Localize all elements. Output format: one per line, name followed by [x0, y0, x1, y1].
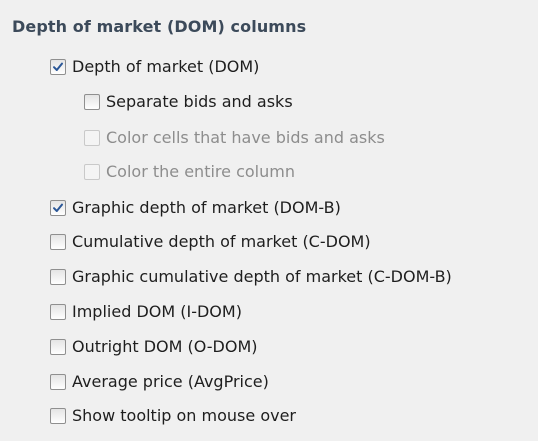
option-outright-dom[interactable]: Outright DOM (O-DOM) — [50, 335, 258, 359]
option-separate-bids-asks[interactable]: Separate bids and asks — [84, 90, 293, 114]
checkbox[interactable] — [50, 234, 66, 250]
checkbox[interactable] — [50, 59, 66, 75]
option-graphic-dom[interactable]: Graphic depth of market (DOM-B) — [50, 196, 341, 220]
option-graphic-cumulative-dom[interactable]: Graphic cumulative depth of market (C-DO… — [50, 265, 452, 289]
option-implied-dom[interactable]: Implied DOM (I-DOM) — [50, 300, 242, 324]
checkbox[interactable] — [50, 374, 66, 390]
checkbox — [84, 130, 100, 146]
option-label: Cumulative depth of market (C-DOM) — [72, 232, 371, 251]
option-label: Show tooltip on mouse over — [72, 406, 296, 425]
checkbox[interactable] — [50, 408, 66, 424]
option-depth-of-market[interactable]: Depth of market (DOM) — [50, 55, 259, 79]
checkmark-icon — [53, 62, 63, 71]
checkbox — [84, 164, 100, 180]
option-label: Graphic cumulative depth of market (C-DO… — [72, 267, 452, 286]
option-label: Depth of market (DOM) — [72, 57, 260, 76]
checkmark-icon — [53, 203, 63, 212]
checkbox[interactable] — [50, 200, 66, 216]
checkbox[interactable] — [50, 304, 66, 320]
option-show-tooltip[interactable]: Show tooltip on mouse over — [50, 404, 296, 428]
option-label: Graphic depth of market (DOM-B) — [72, 198, 341, 217]
checkbox[interactable] — [50, 269, 66, 285]
option-color-cells: Color cells that have bids and asks — [84, 126, 385, 150]
option-label: Outright DOM (O-DOM) — [72, 337, 258, 356]
checkbox[interactable] — [50, 339, 66, 355]
checkbox[interactable] — [84, 94, 100, 110]
option-cumulative-dom[interactable]: Cumulative depth of market (C-DOM) — [50, 230, 371, 254]
option-label: Separate bids and asks — [106, 92, 293, 111]
option-label: Average price (AvgPrice) — [72, 372, 269, 391]
dom-columns-panel: Depth of market (DOM) columns Depth of m… — [0, 0, 538, 441]
option-average-price[interactable]: Average price (AvgPrice) — [50, 370, 269, 394]
option-label: Implied DOM (I-DOM) — [72, 302, 242, 321]
section-title: Depth of market (DOM) columns — [12, 17, 307, 36]
option-color-entire-column: Color the entire column — [84, 160, 295, 184]
option-label: Color the entire column — [106, 162, 295, 181]
option-label: Color cells that have bids and asks — [106, 128, 385, 147]
